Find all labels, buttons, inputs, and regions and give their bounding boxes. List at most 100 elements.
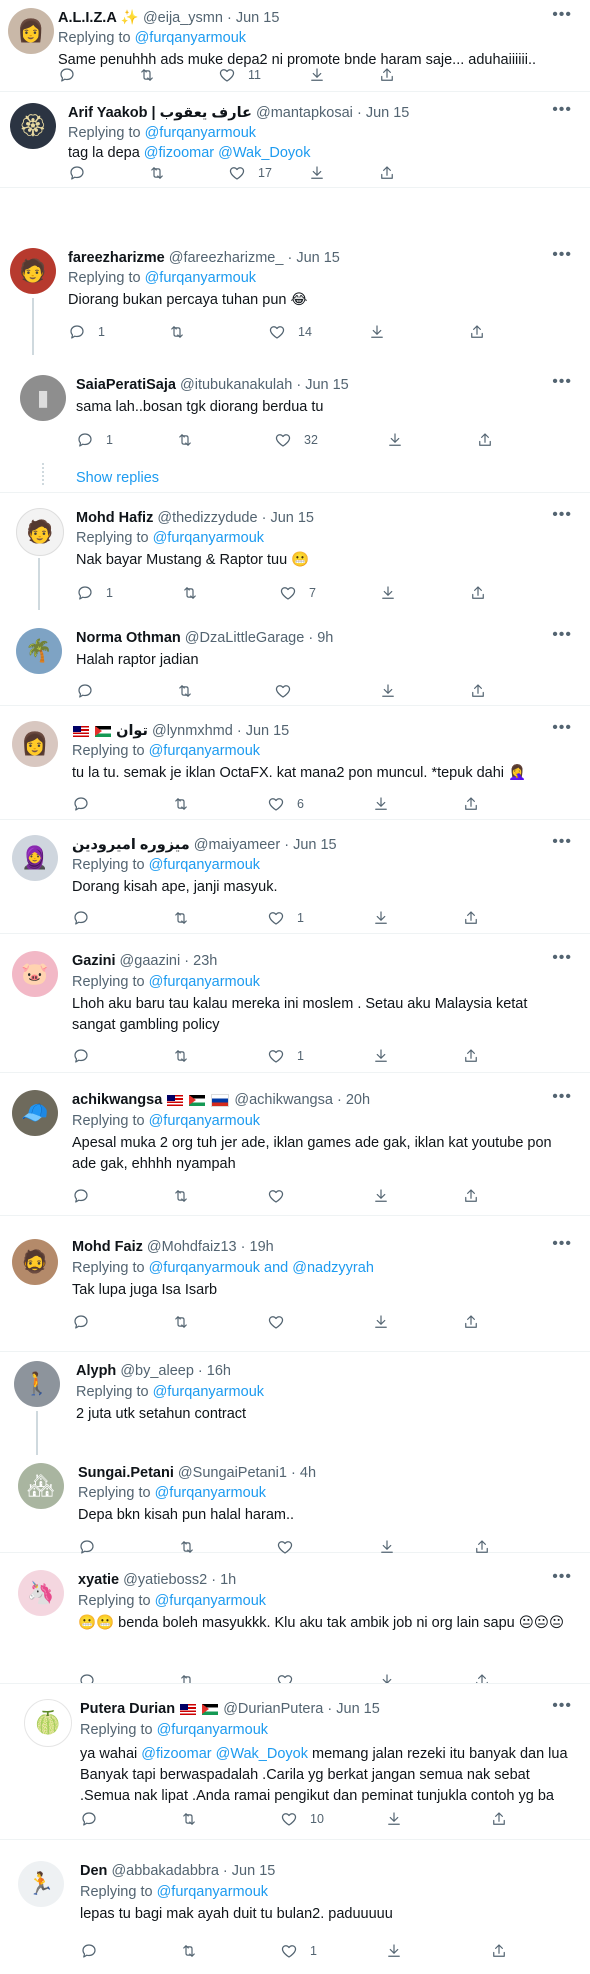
share-icon[interactable]: [462, 795, 480, 813]
user-handle[interactable]: @DzaLittleGarage: [185, 630, 305, 646]
display-name[interactable]: توان: [116, 723, 148, 739]
share-icon[interactable]: [462, 1187, 480, 1205]
mention-link[interactable]: @fizoomar @Wak_Doyok: [141, 1746, 308, 1762]
reply-mention-link[interactable]: @furqanyarmouk: [135, 30, 246, 46]
tweet[interactable]: 🏃 Den @abbakadabbra · Jun 15 Replying to…: [0, 1841, 590, 1974]
download-icon[interactable]: [308, 66, 326, 84]
more-icon[interactable]: •••: [552, 833, 572, 851]
user-handle[interactable]: @achikwangsa: [234, 1092, 333, 1108]
more-icon[interactable]: •••: [552, 506, 572, 524]
tweet[interactable]: 🐷 Gazini @gaazini · 23h ••• Replying to …: [0, 935, 590, 1073]
tweet[interactable]: 🧑 Mohd Hafiz @thedizzydude · Jun 15 ••• …: [0, 494, 590, 610]
avatar[interactable]: 🧢: [12, 1090, 58, 1136]
tweet[interactable]: 🦄 xyatie @yatieboss2 · 1h ••• Replying t…: [0, 1554, 590, 1684]
user-handle[interactable]: @DurianPutera: [223, 1701, 323, 1717]
user-handle[interactable]: @thedizzydude: [157, 510, 257, 526]
user-handle[interactable]: @Mohdfaiz13: [147, 1239, 237, 1255]
reply-icon[interactable]: [80, 1810, 98, 1828]
timestamp[interactable]: Jun 15: [246, 723, 290, 739]
timestamp[interactable]: Jun 15: [293, 837, 337, 853]
reply-icon[interactable]: [72, 1187, 90, 1205]
user-handle[interactable]: @abbakadabbra: [111, 1863, 218, 1879]
more-icon[interactable]: •••: [552, 6, 572, 24]
reply-mention-link[interactable]: @furqanyarmouk: [149, 1113, 260, 1129]
reply-icon[interactable]: 1: [76, 584, 113, 602]
reply-icon[interactable]: [72, 909, 90, 927]
reply-mention-link[interactable]: @furqanyarmouk: [145, 125, 256, 141]
avatar[interactable]: 🧑: [16, 508, 64, 556]
download-icon[interactable]: [379, 682, 397, 700]
retweet-icon[interactable]: [180, 1810, 198, 1828]
reply-mention-link[interactable]: @furqanyarmouk: [157, 1884, 268, 1900]
heart-icon[interactable]: 32: [274, 431, 318, 449]
heart-icon[interactable]: [267, 1187, 285, 1205]
download-icon[interactable]: [385, 1942, 403, 1960]
timestamp[interactable]: Jun 15: [366, 105, 410, 121]
tweet[interactable]: 🍈 Putera Durian @DurianPutera · Jun 15 •…: [0, 1685, 590, 1840]
retweet-icon[interactable]: [168, 323, 186, 341]
reply-icon[interactable]: [80, 1942, 98, 1960]
download-icon[interactable]: [372, 1313, 390, 1331]
display-name[interactable]: Gazini: [72, 953, 116, 969]
share-icon[interactable]: [378, 164, 396, 182]
user-handle[interactable]: @itubukanakulah: [180, 377, 292, 393]
more-icon[interactable]: •••: [552, 101, 572, 119]
display-name[interactable]: A.L.I.Z.A: [58, 10, 117, 26]
share-icon[interactable]: [462, 1047, 480, 1065]
more-icon[interactable]: •••: [552, 719, 572, 737]
share-icon[interactable]: [469, 584, 487, 602]
user-handle[interactable]: @eija_ysmn: [143, 10, 223, 26]
avatar[interactable]: 🐷: [12, 951, 58, 997]
timestamp[interactable]: Jun 15: [305, 377, 349, 393]
download-icon[interactable]: [379, 584, 397, 602]
user-handle[interactable]: @maiyameer: [194, 837, 280, 853]
display-name[interactable]: xyatie: [78, 1572, 119, 1588]
reply-mention-link[interactable]: @furqanyarmouk: [153, 1384, 264, 1400]
display-name[interactable]: Alyph: [76, 1363, 116, 1379]
heart-icon[interactable]: 17: [228, 164, 272, 182]
reply-icon[interactable]: 1: [68, 323, 105, 341]
share-icon[interactable]: [490, 1810, 508, 1828]
display-name[interactable]: Putera Durian: [80, 1701, 175, 1717]
display-name[interactable]: Mohd Hafiz: [76, 510, 153, 526]
heart-icon[interactable]: 1: [280, 1942, 317, 1960]
tweet[interactable]: 🧢 achikwangsa @achikwangsa · 20h ••• Rep…: [0, 1074, 590, 1216]
retweet-icon[interactable]: [172, 795, 190, 813]
display-name[interactable]: Arif Yaakob | عارف يعقوب: [68, 105, 252, 121]
heart-icon[interactable]: 6: [267, 795, 304, 813]
retweet-icon[interactable]: [172, 909, 190, 927]
tweet[interactable]: 🧑 fareezharizme @fareezharizme_ · Jun 15…: [0, 240, 590, 355]
more-icon[interactable]: •••: [552, 246, 572, 264]
tweet[interactable]: 🌴 Norma Othman @DzaLittleGarage · 9h •••…: [0, 610, 590, 706]
share-icon[interactable]: [490, 1942, 508, 1960]
display-name[interactable]: ميزوره اميرودين: [72, 837, 190, 853]
retweet-icon[interactable]: [181, 584, 199, 602]
display-name[interactable]: Sungai.Petani: [78, 1465, 174, 1481]
display-name[interactable]: Norma Othman: [76, 630, 181, 646]
timestamp[interactable]: 16h: [207, 1363, 231, 1379]
retweet-icon[interactable]: [148, 164, 166, 182]
tweet[interactable]: 🧔 Mohd Faiz @Mohdfaiz13 · 19h ••• Replyi…: [0, 1217, 590, 1352]
tweet[interactable]: 🚶 Alyph @by_aleep · 16h Replying to @fur…: [0, 1353, 590, 1455]
avatar[interactable]: 🧑: [10, 248, 56, 294]
avatar[interactable]: 🏃: [18, 1861, 64, 1907]
display-name[interactable]: fareezharizme: [68, 250, 165, 266]
heart-icon[interactable]: 11: [218, 66, 261, 84]
reply-icon[interactable]: [78, 1672, 96, 1684]
user-handle[interactable]: @mantapkosai: [256, 105, 353, 121]
download-icon[interactable]: [308, 164, 326, 182]
heart-icon[interactable]: [274, 682, 292, 700]
show-replies-link[interactable]: Show replies: [76, 470, 159, 486]
share-icon[interactable]: [462, 909, 480, 927]
user-handle[interactable]: @gaazini: [120, 953, 181, 969]
user-handle[interactable]: @by_aleep: [120, 1363, 194, 1379]
avatar[interactable]: 👩: [8, 8, 54, 54]
download-icon[interactable]: [372, 1047, 390, 1065]
timestamp[interactable]: 23h: [193, 953, 217, 969]
avatar[interactable]: 🏵: [10, 103, 56, 149]
reply-mention-link[interactable]: @furqanyarmouk and @nadzyyrah: [149, 1260, 374, 1276]
reply-icon[interactable]: 1: [76, 431, 113, 449]
download-icon[interactable]: [378, 1672, 396, 1684]
share-icon[interactable]: [469, 682, 487, 700]
tweet[interactable]: 👩 A.L.I.Z.A ✨ @eija_ysmn · Jun 15 ••• Re…: [0, 0, 590, 92]
